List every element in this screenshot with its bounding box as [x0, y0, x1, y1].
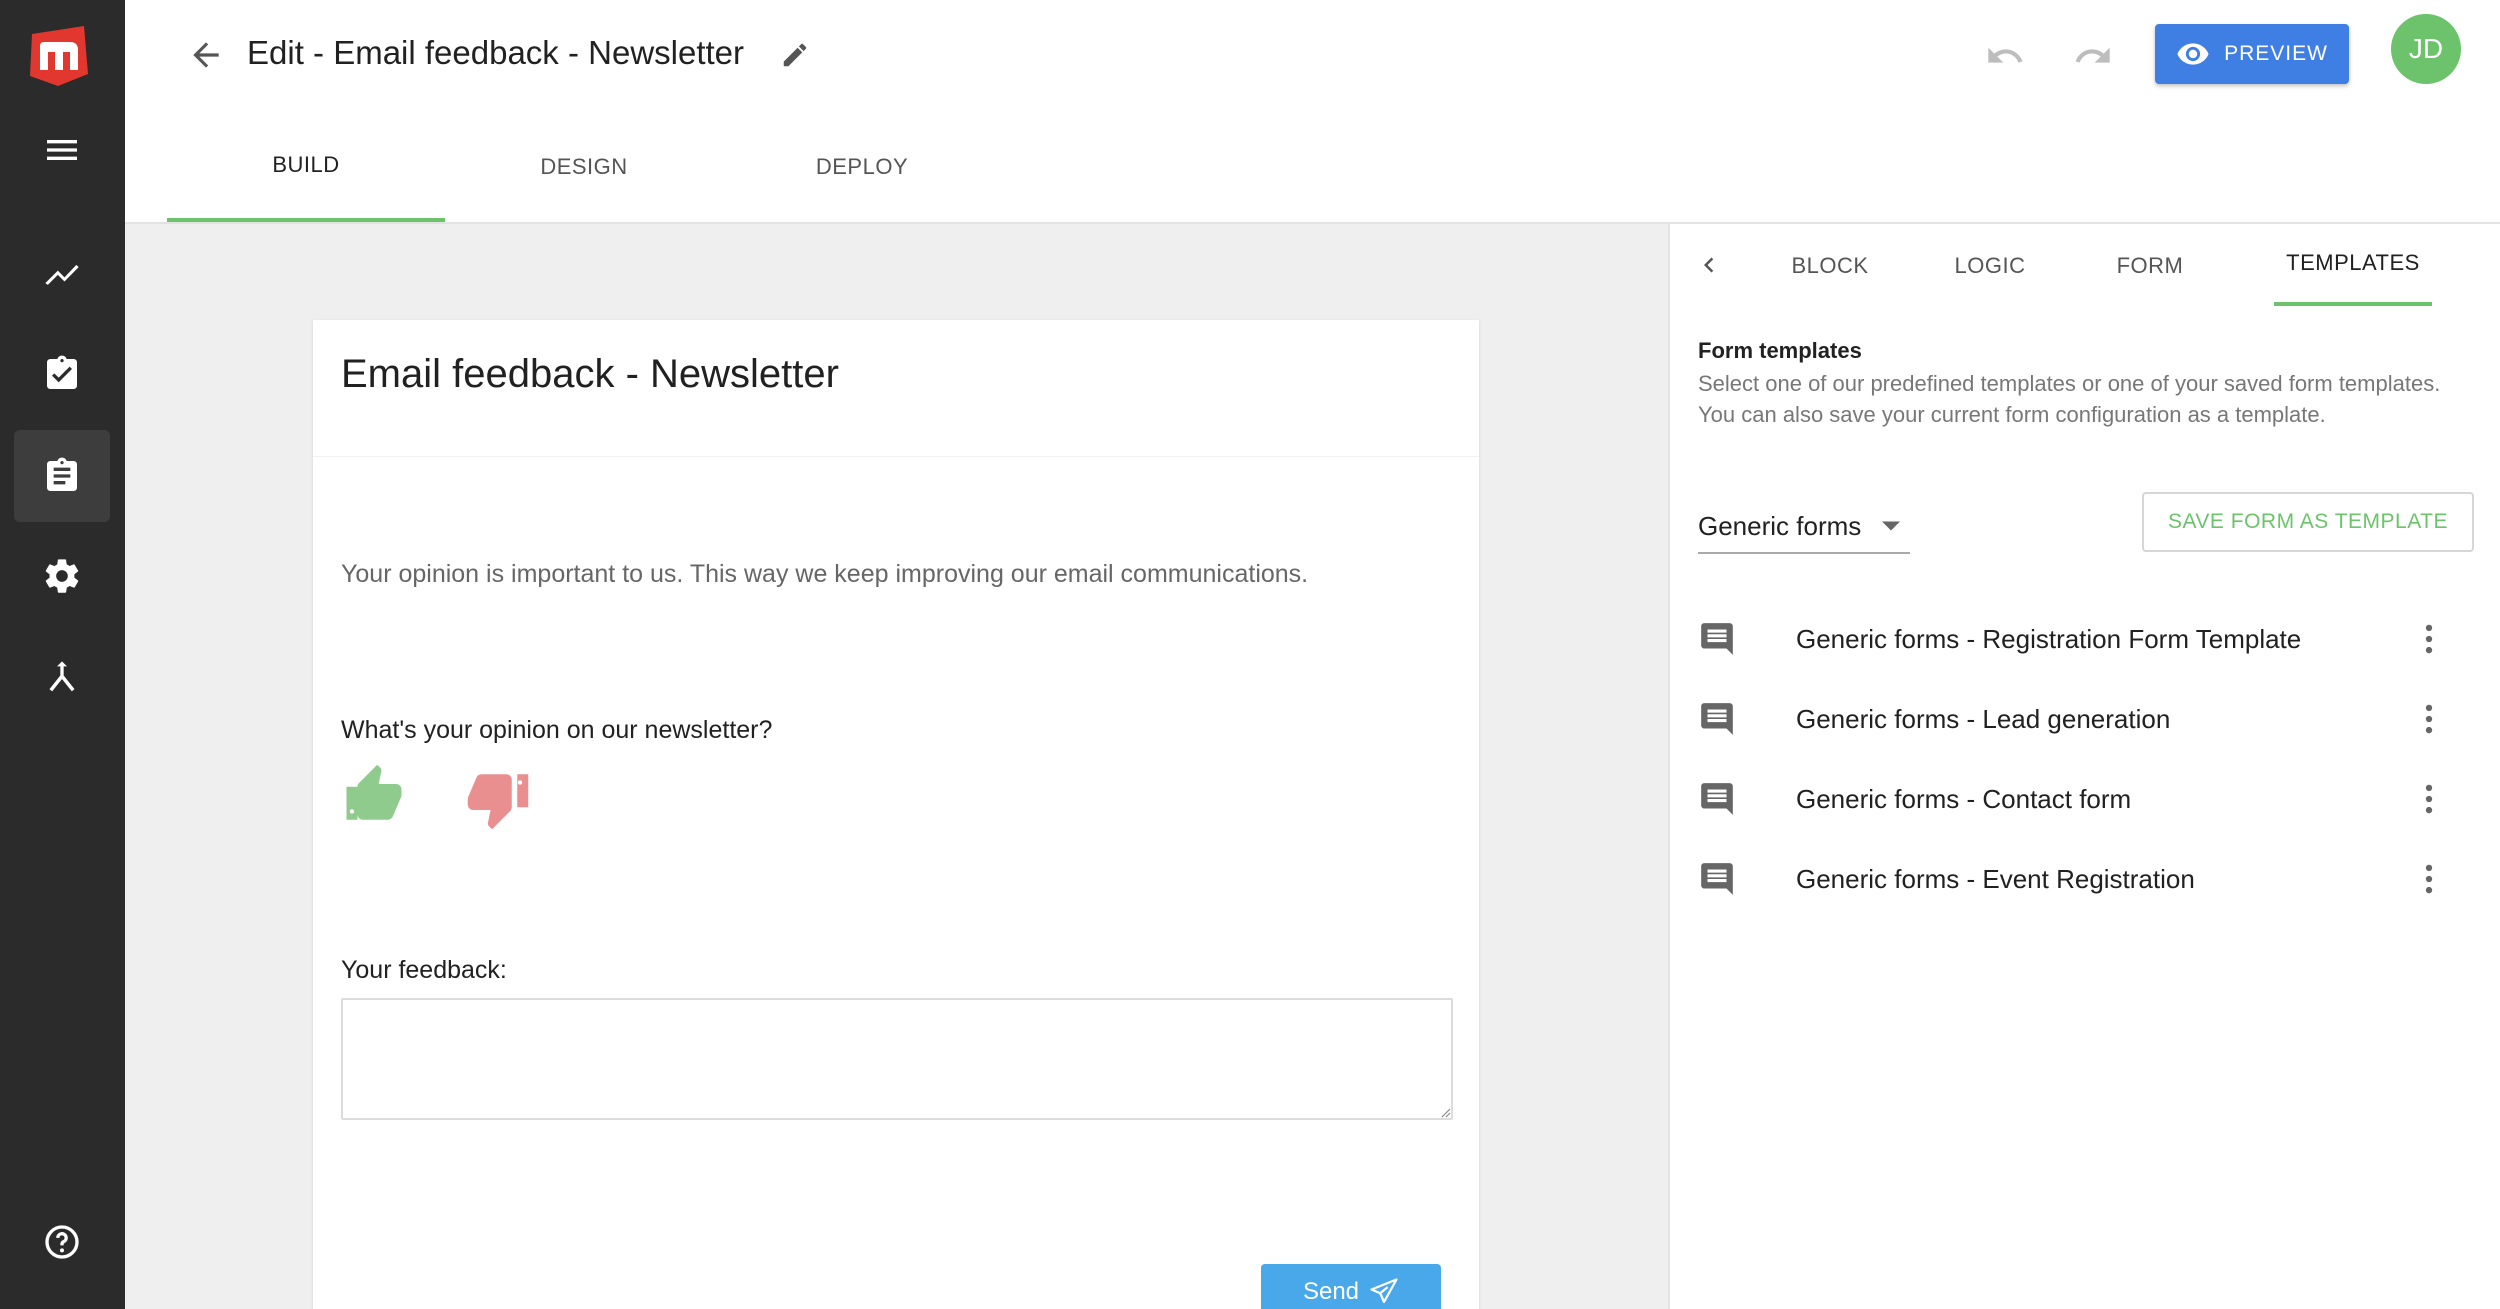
template-item-label: Generic forms - Registration Form Templa… — [1796, 624, 2302, 654]
tab-design[interactable]: DESIGN — [445, 112, 723, 222]
more-vertical-icon[interactable] — [2410, 620, 2448, 658]
forms-icon — [47, 457, 77, 491]
template-category-value: Generic forms — [1698, 510, 1862, 541]
template-item[interactable]: Generic forms - Event Registration — [1670, 844, 2500, 924]
feedback-label[interactable]: Your feedback: — [341, 956, 507, 985]
menu-button[interactable] — [14, 104, 110, 196]
paper-plane-icon — [1370, 1278, 1398, 1304]
merge-icon — [49, 661, 75, 692]
form-title-divider — [313, 456, 1479, 457]
send-label: Send — [1302, 1278, 1360, 1305]
sidebar — [0, 0, 125, 1309]
panel-tab-block[interactable]: BLOCK — [1750, 224, 1910, 308]
user-avatar[interactable]: JD — [2391, 14, 2461, 84]
undo-icon[interactable] — [1985, 36, 2025, 76]
template-item-label: Generic forms - Contact form — [1796, 784, 2132, 814]
more-vertical-icon[interactable] — [2410, 860, 2448, 898]
sidebar-item-settings[interactable] — [14, 530, 110, 622]
comment-icon — [1701, 703, 1733, 735]
dropdown-arrow-icon — [1882, 521, 1900, 531]
help-icon — [45, 1225, 79, 1259]
back-arrow-icon[interactable] — [187, 36, 225, 74]
tab-build[interactable]: BUILD — [167, 112, 445, 222]
comment-icon — [1701, 623, 1733, 655]
template-item[interactable]: Generic forms - Registration Form Templa… — [1670, 604, 2500, 684]
opinion-question-label[interactable]: What's your opinion on our newsletter? — [341, 716, 772, 745]
app-logo[interactable] — [26, 24, 92, 88]
analytics-icon — [45, 264, 79, 285]
sidebar-item-forms[interactable] — [14, 430, 110, 522]
sidebar-item-tasks[interactable] — [14, 328, 110, 420]
thumbs-down-icon[interactable] — [465, 766, 531, 832]
send-button[interactable]: Send — [1261, 1264, 1441, 1309]
redo-icon[interactable] — [2073, 36, 2113, 76]
sidebar-item-analytics[interactable] — [14, 228, 110, 320]
feedback-textarea[interactable] — [341, 998, 1453, 1120]
form-canvas: Email feedback - Newsletter Your opinion… — [125, 224, 1668, 1309]
preview-label: PREVIEW — [2224, 42, 2328, 65]
settings-icon — [45, 559, 79, 593]
template-category-select[interactable]: Generic forms — [1698, 500, 1910, 554]
form-templates-title: Form templates — [1698, 338, 1862, 363]
form-intro-text[interactable]: Your opinion is important to us. This wa… — [341, 560, 1308, 589]
eye-icon — [2177, 43, 2209, 65]
form-title[interactable]: Email feedback - Newsletter — [341, 352, 839, 397]
top-header: Edit - Email feedback - Newsletter PREVI… — [125, 0, 2500, 112]
panel-tab-form[interactable]: FORM — [2070, 224, 2230, 308]
edit-pencil-icon[interactable] — [780, 40, 810, 70]
template-item[interactable]: Generic forms - Contact form — [1670, 764, 2500, 844]
comment-icon — [1701, 783, 1733, 815]
thumbs-up-icon[interactable] — [341, 762, 407, 828]
chevron-left-icon[interactable] — [1694, 250, 1724, 280]
page-title: Edit - Email feedback - Newsletter — [247, 34, 745, 71]
more-vertical-icon[interactable] — [2410, 780, 2448, 818]
tab-deploy[interactable]: DEPLOY — [723, 112, 1001, 222]
panel-tab-templates[interactable]: TEMPLATES — [2274, 224, 2432, 306]
sidebar-item-help[interactable] — [14, 1196, 110, 1288]
panel-tab-logic[interactable]: LOGIC — [1910, 224, 2070, 308]
menu-icon — [47, 140, 77, 160]
template-item[interactable]: Generic forms - Lead generation — [1670, 684, 2500, 764]
preview-button[interactable]: PREVIEW — [2155, 24, 2349, 84]
resize-grip-icon[interactable] — [1439, 1106, 1451, 1118]
form-templates-description: Select one of our predefined templates o… — [1698, 371, 2441, 427]
comment-icon — [1701, 863, 1733, 895]
properties-panel: BLOCK LOGIC FORM TEMPLATES Form template… — [1668, 224, 2500, 1309]
more-vertical-icon[interactable] — [2410, 700, 2448, 738]
form-preview-card: Email feedback - Newsletter Your opinion… — [313, 320, 1479, 1309]
template-item-label: Generic forms - Lead generation — [1796, 704, 2171, 734]
tasks-icon — [47, 355, 77, 389]
sidebar-item-merge[interactable] — [14, 632, 110, 724]
template-item-label: Generic forms - Event Registration — [1796, 864, 2195, 894]
save-form-as-template-button[interactable]: SAVE FORM AS TEMPLATE — [2142, 492, 2474, 552]
